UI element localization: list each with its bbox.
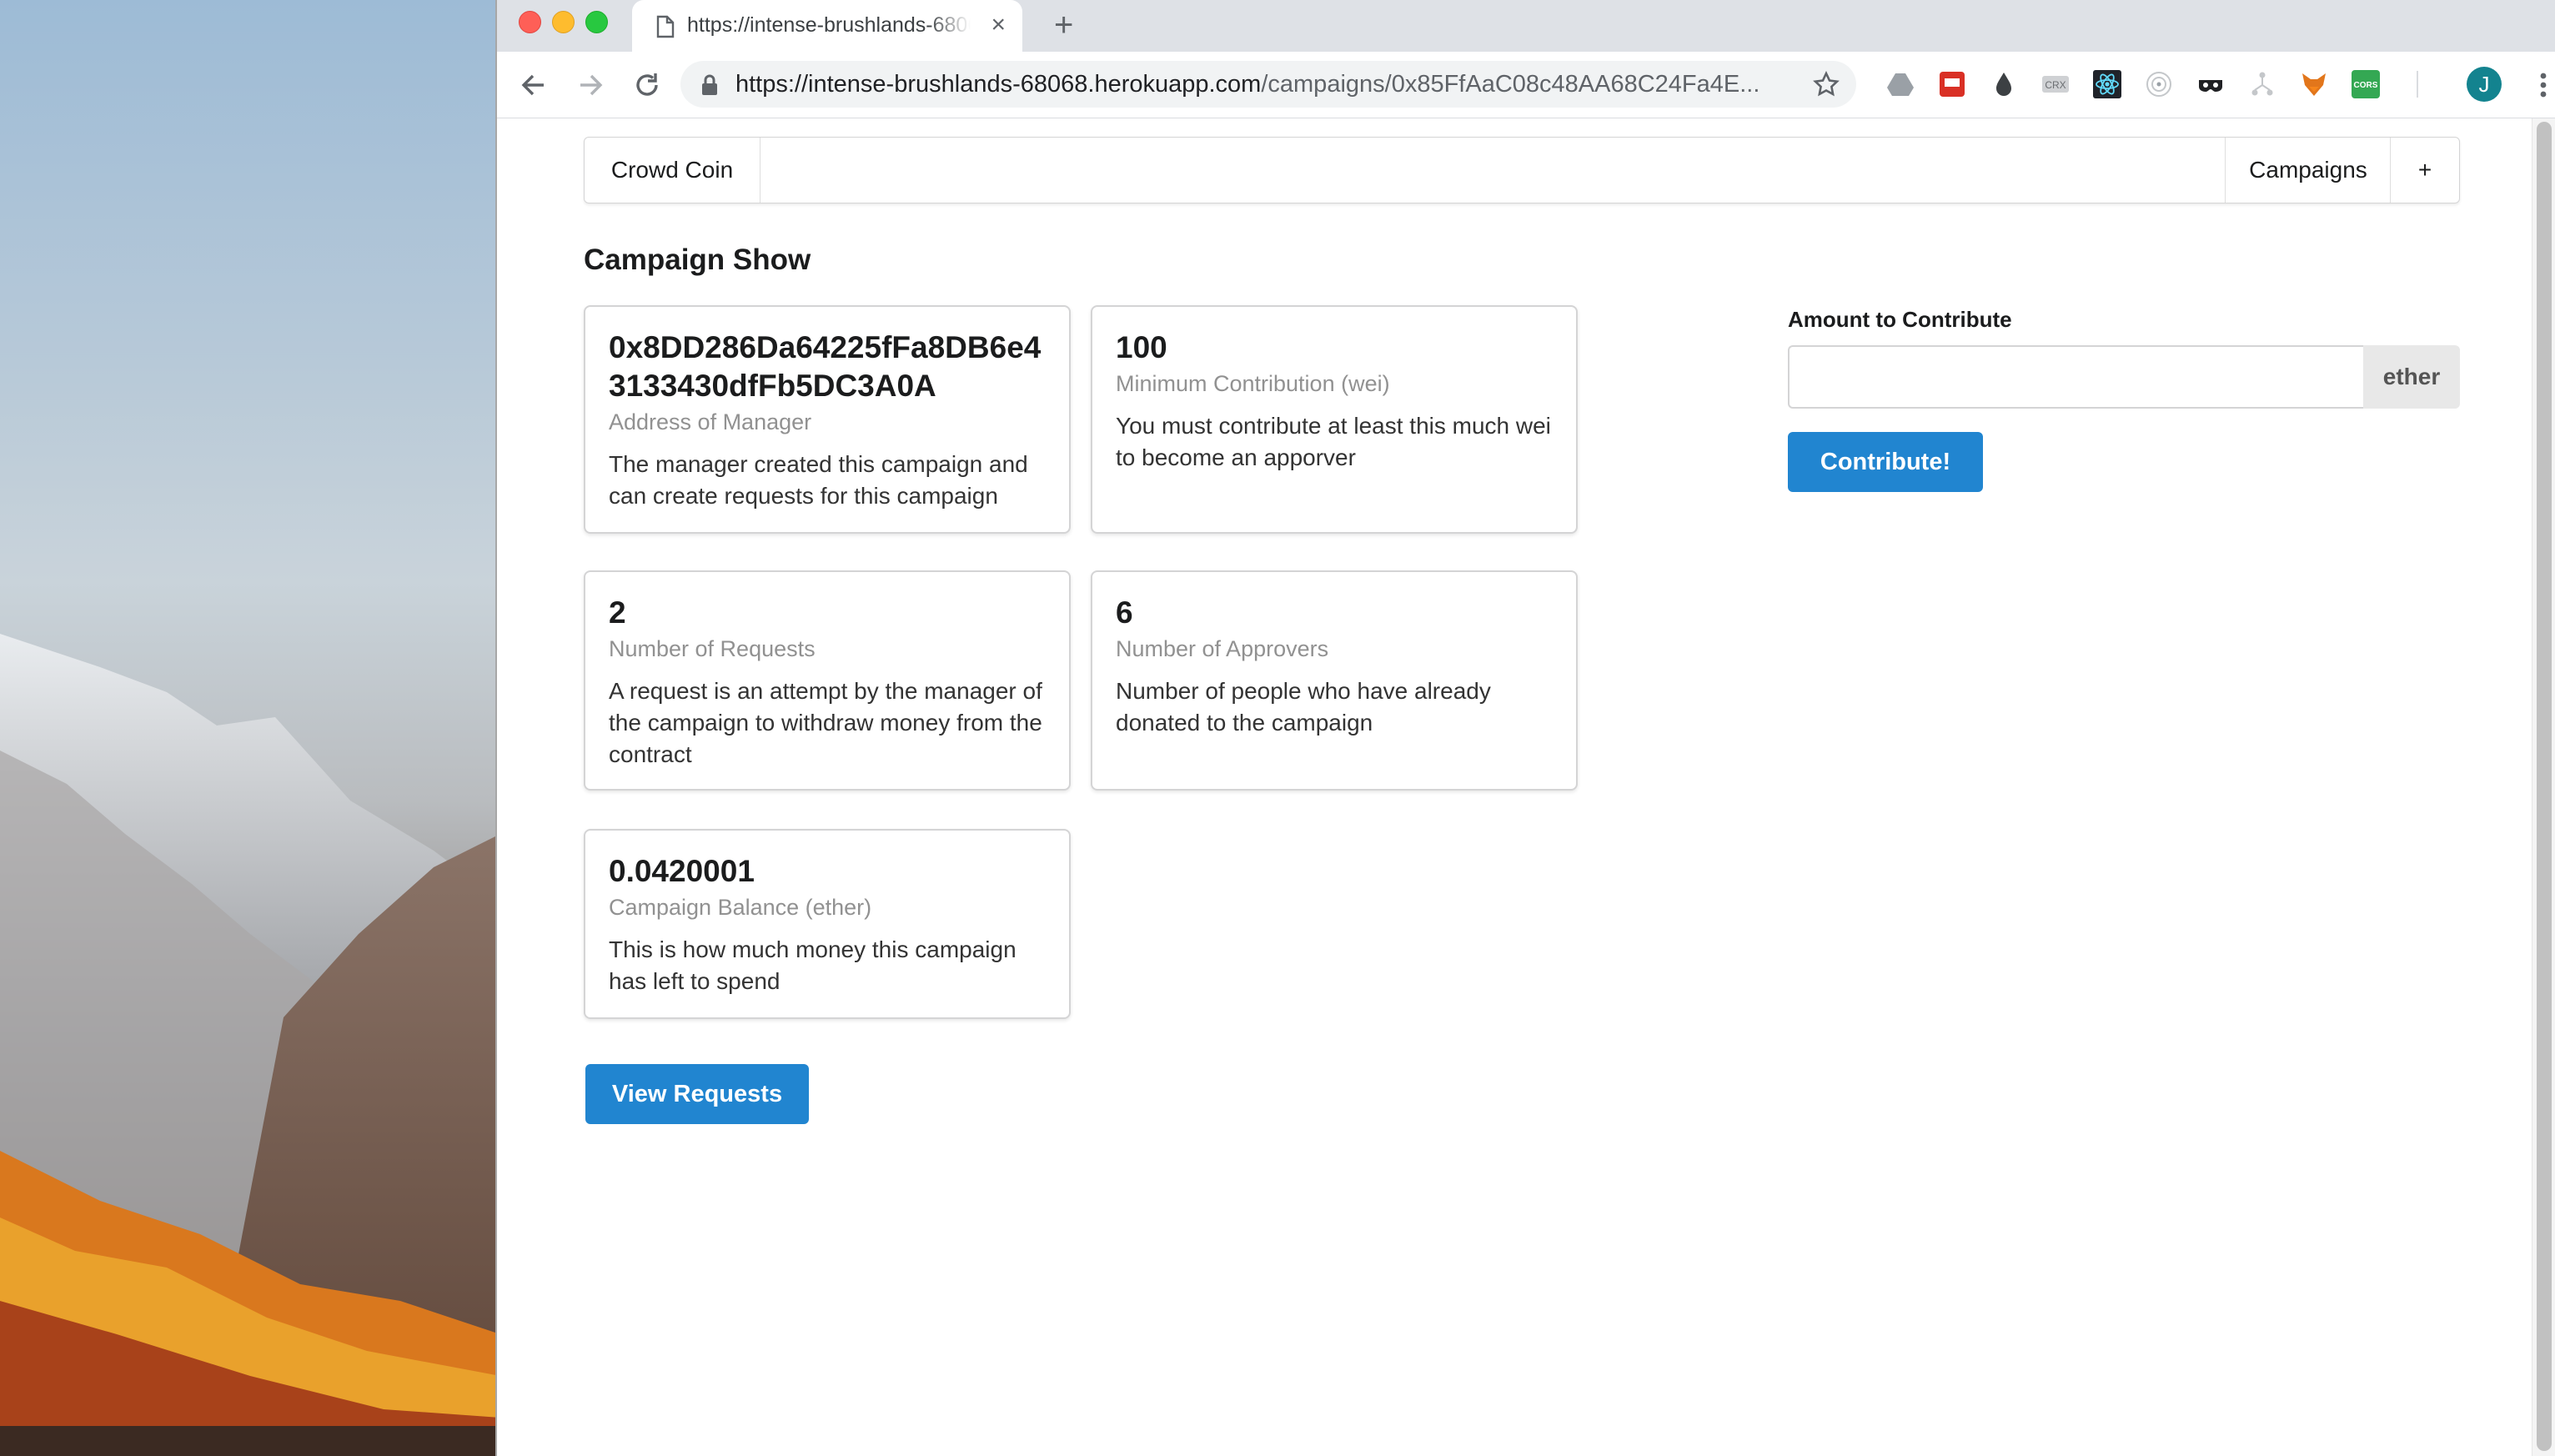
- card-description: A request is an attempt by the manager o…: [609, 678, 1042, 767]
- url-text: https://intense-brushlands-68068.herokua…: [735, 71, 1759, 98]
- card-header: 100: [1116, 330, 1167, 364]
- view-requests-button[interactable]: View Requests: [585, 1064, 809, 1124]
- card-header: 0.0420001: [609, 854, 755, 888]
- drive-icon[interactable]: [1886, 70, 1915, 98]
- menu-brand-crowd-coin[interactable]: Crowd Coin: [585, 138, 760, 203]
- tree-icon[interactable]: [2248, 70, 2276, 98]
- card-manager-address: 0x8DD286Da64225fFa8DB6e43133430dfFb5DC3A…: [584, 305, 1071, 534]
- browser-window: https://intense-brushlands-68068.herokua…: [495, 0, 2555, 1456]
- profile-avatar[interactable]: J: [2467, 67, 2502, 102]
- mask-icon[interactable]: [2196, 70, 2225, 98]
- card-description: The manager created this campaign and ca…: [609, 451, 1028, 509]
- card-number-of-approvers: 6 Number of Approvers Number of people w…: [1091, 570, 1578, 791]
- page-title: Campaign Show: [584, 244, 811, 276]
- url-host: https://intense-brushlands-68068.herokua…: [735, 71, 1262, 98]
- card-meta: Campaign Balance (ether): [609, 895, 872, 920]
- svg-text:CORS: CORS: [2354, 81, 2378, 90]
- amount-input[interactable]: [1788, 345, 2363, 409]
- address-bar[interactable]: https://intense-brushlands-68068.herokua…: [680, 61, 1856, 108]
- menu-add-campaign-button[interactable]: +: [2390, 138, 2459, 203]
- drop-icon[interactable]: [1990, 70, 2018, 98]
- lock-icon: [700, 74, 719, 100]
- crx-icon[interactable]: CRX: [2041, 70, 2070, 98]
- document-icon: [655, 15, 675, 43]
- fullscreen-window-button[interactable]: [585, 11, 608, 33]
- contribute-button[interactable]: Contribute!: [1788, 432, 1983, 492]
- tab-strip: https://intense-brushlands-68068.herokua…: [497, 0, 2555, 52]
- card-number-of-requests: 2 Number of Requests A request is an att…: [584, 570, 1071, 791]
- card-campaign-balance: 0.0420001 Campaign Balance (ether) This …: [584, 829, 1071, 1019]
- card-minimum-contribution: 100 Minimum Contribution (wei) You must …: [1091, 305, 1578, 534]
- card-description: Number of people who have already donate…: [1116, 678, 1491, 736]
- ether-unit-label: ether: [2363, 345, 2460, 409]
- card-meta: Address of Manager: [609, 409, 812, 434]
- card-meta: Number of Approvers: [1116, 636, 1329, 661]
- menu-campaigns-link[interactable]: Campaigns: [2225, 138, 2391, 203]
- bookmark-star-icon[interactable]: [1813, 70, 1840, 102]
- toolbar-divider: [2417, 71, 2418, 98]
- card-header: 6: [1116, 595, 1133, 630]
- card-description: You must contribute at least this much w…: [1116, 413, 1551, 470]
- close-window-button[interactable]: [519, 11, 541, 33]
- tab-close-icon[interactable]: ×: [991, 13, 1006, 38]
- radar-icon[interactable]: [2145, 70, 2173, 98]
- amount-label: Amount to Contribute: [1788, 307, 2012, 332]
- browser-toolbar: https://intense-brushlands-68068.herokua…: [497, 52, 2555, 118]
- more-menu-icon[interactable]: [2527, 68, 2555, 106]
- scrollbar-thumb[interactable]: [2537, 122, 2552, 1451]
- minimize-window-button[interactable]: [552, 11, 575, 33]
- top-menu: Crowd Coin Campaigns +: [584, 137, 2460, 203]
- card-description: This is how much money this campaign has…: [609, 936, 1016, 994]
- forward-arrow-icon[interactable]: [574, 68, 607, 106]
- tab-title: https://intense-brushlands-68068.herokua…: [687, 13, 971, 37]
- card-meta: Minimum Contribution (wei): [1116, 371, 1390, 396]
- svg-text:CRX: CRX: [2045, 79, 2066, 91]
- new-tab-button[interactable]: +: [1054, 8, 1073, 42]
- card-header: 2: [609, 595, 626, 630]
- page-content: Crowd Coin Campaigns + Campaign Show 0x8…: [497, 118, 2532, 1456]
- card-header: 0x8DD286Da64225fFa8DB6e43133430dfFb5DC3A…: [609, 330, 1042, 403]
- back-arrow-icon[interactable]: [517, 68, 550, 106]
- reload-icon[interactable]: [630, 68, 664, 106]
- extension-red-icon[interactable]: [1938, 70, 1966, 98]
- cors-icon[interactable]: CORS: [2352, 70, 2380, 98]
- card-meta: Number of Requests: [609, 636, 816, 661]
- react-icon[interactable]: [2093, 70, 2121, 98]
- fox-icon[interactable]: [2300, 70, 2328, 98]
- url-path: /campaigns/0x85FfAaC08c48AA68C24Fa4E...: [1261, 71, 1760, 98]
- tab-active[interactable]: https://intense-brushlands-68068.herokua…: [632, 0, 1022, 52]
